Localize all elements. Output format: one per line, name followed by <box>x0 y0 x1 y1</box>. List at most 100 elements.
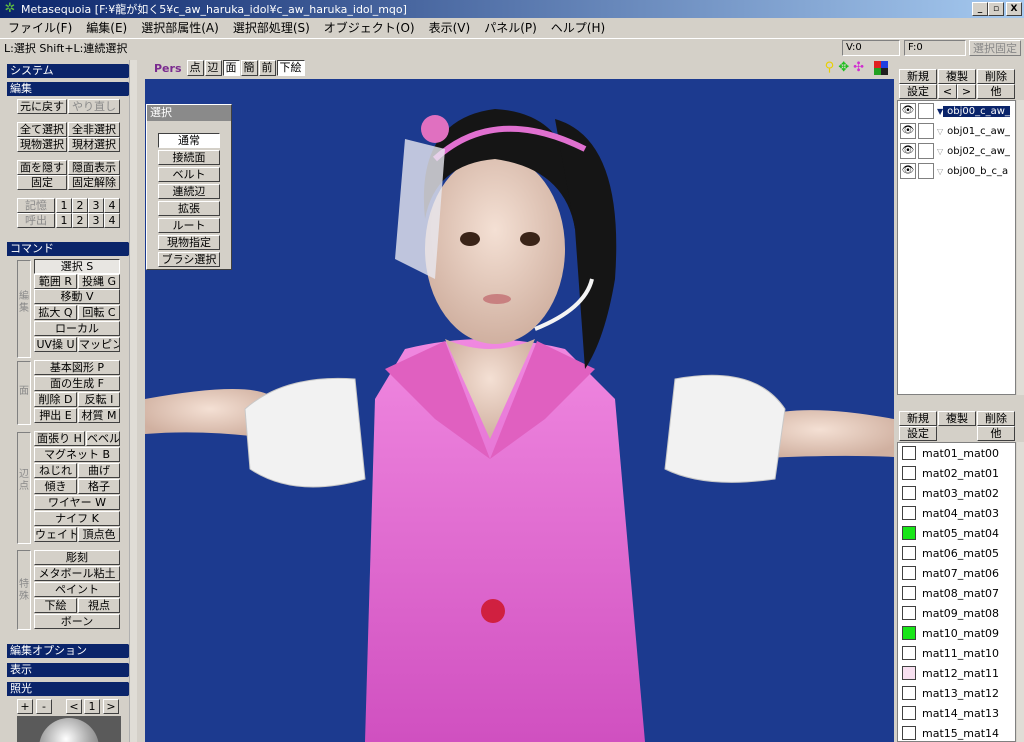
object-settings-button[interactable]: 設定 <box>899 84 937 99</box>
material-row[interactable]: mat07_mat06 <box>898 563 1015 583</box>
rotate-tool-button[interactable]: 回転 C <box>78 305 120 320</box>
selection-lock-button[interactable]: 選択固定 <box>969 40 1021 56</box>
menu-view[interactable]: 表示(V) <box>423 19 479 36</box>
select-loop-edge-option[interactable]: 連続辺 <box>158 184 220 199</box>
face-display-button[interactable]: 面 <box>222 60 240 76</box>
material-row[interactable]: mat14_mat13 <box>898 703 1015 723</box>
redo-button[interactable]: やり直し <box>68 99 120 114</box>
lock-toggle[interactable] <box>918 163 934 179</box>
maximize-button[interactable]: ▫ <box>988 2 1004 16</box>
recall-slot-4[interactable]: 4 <box>104 213 120 228</box>
material-row[interactable]: mat05_mat04 <box>898 523 1015 543</box>
object-next-button[interactable]: > <box>957 84 976 99</box>
weight-button[interactable]: ウェイト <box>34 527 77 542</box>
memory-slot-1[interactable]: 1 <box>56 198 72 213</box>
color-grid-icon[interactable] <box>874 61 888 75</box>
select-tool-button[interactable]: 選択 S <box>34 259 120 274</box>
material-row[interactable]: mat09_mat08 <box>898 603 1015 623</box>
select-all-button[interactable]: 全て選択 <box>17 122 67 137</box>
scale-tool-button[interactable]: 拡大 Q <box>34 305 77 320</box>
object-delete-button[interactable]: 削除 <box>977 69 1015 84</box>
menu-help[interactable]: ヘルプ(H) <box>545 19 613 36</box>
primitive-tool-button[interactable]: 基本図形 P <box>34 360 120 375</box>
material-list-scrollbar[interactable] <box>1017 442 1024 742</box>
object-row[interactable]: 👁 ▽ obj00_b_c_a <box>898 161 1015 181</box>
visibility-eye-icon[interactable]: 👁 <box>900 123 916 139</box>
close-button[interactable]: X <box>1006 2 1022 16</box>
material-row[interactable]: mat11_mat10 <box>898 643 1015 663</box>
select-current-object-button[interactable]: 現物選択 <box>17 137 67 152</box>
vertex-display-button[interactable]: 点 <box>186 60 204 76</box>
recall-slot-1[interactable]: 1 <box>56 213 72 228</box>
lasso-tool-button[interactable]: 投縄 G <box>78 274 120 289</box>
material-tool-button[interactable]: 材質 M <box>78 408 120 423</box>
visibility-eye-icon[interactable]: 👁 <box>900 143 916 159</box>
material-duplicate-button[interactable]: 複製 <box>938 411 976 426</box>
wire-button[interactable]: ワイヤー W <box>34 495 120 510</box>
underlay-display-button[interactable]: 下絵 <box>276 60 305 76</box>
local-tool-button[interactable]: ローカル <box>34 321 120 336</box>
select-belt-option[interactable]: ベルト <box>158 167 220 182</box>
knife-button[interactable]: ナイフ K <box>34 511 120 526</box>
twist-button[interactable]: ねじれ <box>34 463 77 478</box>
move-tool-button[interactable]: 移動 V <box>34 289 120 304</box>
tilt-button[interactable]: 傾き <box>34 479 77 494</box>
sculpt-button[interactable]: 彫刻 <box>34 550 120 565</box>
face-stretch-button[interactable]: 面張り H <box>34 431 85 446</box>
material-row[interactable]: mat03_mat02 <box>898 483 1015 503</box>
lock-toggle[interactable] <box>918 123 934 139</box>
material-row[interactable]: mat01_mat00 <box>898 443 1015 463</box>
menu-file[interactable]: ファイル(F) <box>2 19 80 36</box>
select-current-object-option[interactable]: 現物指定 <box>158 235 220 250</box>
material-row[interactable]: mat08_mat07 <box>898 583 1015 603</box>
object-new-button[interactable]: 新規 <box>899 69 937 84</box>
edit-header[interactable]: 編集 <box>7 82 135 96</box>
material-delete-button[interactable]: 削除 <box>977 411 1015 426</box>
rotate-view-icon[interactable]: ✣ <box>853 60 864 75</box>
zoom-icon[interactable]: ⚲ <box>825 60 835 75</box>
underlay-button[interactable]: 下絵 <box>34 598 77 613</box>
material-row[interactable]: mat13_mat12 <box>898 683 1015 703</box>
object-row[interactable]: 👁 ▼ obj00_c_aw_ <box>898 101 1015 121</box>
create-face-button[interactable]: 面の生成 F <box>34 376 120 391</box>
uv-tool-button[interactable]: UV操 U <box>34 337 77 352</box>
light-add-button[interactable]: + <box>17 699 33 714</box>
memory-slot-4[interactable]: 4 <box>104 198 120 213</box>
extrude-tool-button[interactable]: 押出 E <box>34 408 77 423</box>
menu-selection-attr[interactable]: 選択部属性(A) <box>135 19 227 36</box>
expand-triangle-icon[interactable]: ▼ <box>934 107 943 116</box>
display-header[interactable]: 表示 <box>7 663 135 677</box>
object-other-button[interactable]: 他 <box>977 84 1015 99</box>
3d-viewport[interactable]: Pers 点 辺 面 簡 前 下絵 ⚲ ✥ ✣ <box>145 57 894 742</box>
show-hidden-button[interactable]: 隠面表示 <box>68 160 120 175</box>
bevel-button[interactable]: ベベル <box>86 431 120 446</box>
material-new-button[interactable]: 新規 <box>899 411 937 426</box>
menu-edit[interactable]: 編集(E) <box>80 19 135 36</box>
memory-slot-3[interactable]: 3 <box>88 198 104 213</box>
bend-button[interactable]: 曲げ <box>78 463 120 478</box>
lattice-button[interactable]: 格子 <box>78 479 120 494</box>
material-row[interactable]: mat10_mat09 <box>898 623 1015 643</box>
metaball-button[interactable]: メタボール粘土 <box>34 566 120 581</box>
simple-display-button[interactable]: 簡 <box>240 60 258 76</box>
lighting-header[interactable]: 照光 <box>7 682 135 696</box>
fix-button[interactable]: 固定 <box>17 175 67 190</box>
select-normal-option[interactable]: 通常 <box>158 133 220 148</box>
deselect-all-button[interactable]: 全非選択 <box>68 122 120 137</box>
edit-option-header[interactable]: 編集オプション <box>7 644 135 658</box>
unfix-button[interactable]: 固定解除 <box>68 175 120 190</box>
material-settings-button[interactable]: 設定 <box>899 426 937 441</box>
object-row[interactable]: 👁 ▽ obj01_c_aw_ <box>898 121 1015 141</box>
select-current-material-button[interactable]: 現材選択 <box>68 137 120 152</box>
light-next-button[interactable]: > <box>103 699 119 714</box>
material-other-button[interactable]: 他 <box>977 426 1015 441</box>
material-row[interactable]: mat04_mat03 <box>898 503 1015 523</box>
light-remove-button[interactable]: - <box>36 699 52 714</box>
object-list-scrollbar[interactable] <box>1017 100 1024 395</box>
select-expand-option[interactable]: 拡張 <box>158 201 220 216</box>
material-row[interactable]: mat06_mat05 <box>898 543 1015 563</box>
object-prev-button[interactable]: < <box>938 84 957 99</box>
range-tool-button[interactable]: 範囲 R <box>34 274 77 289</box>
light-prev-button[interactable]: < <box>66 699 82 714</box>
pan-icon[interactable]: ✥ <box>838 60 849 75</box>
